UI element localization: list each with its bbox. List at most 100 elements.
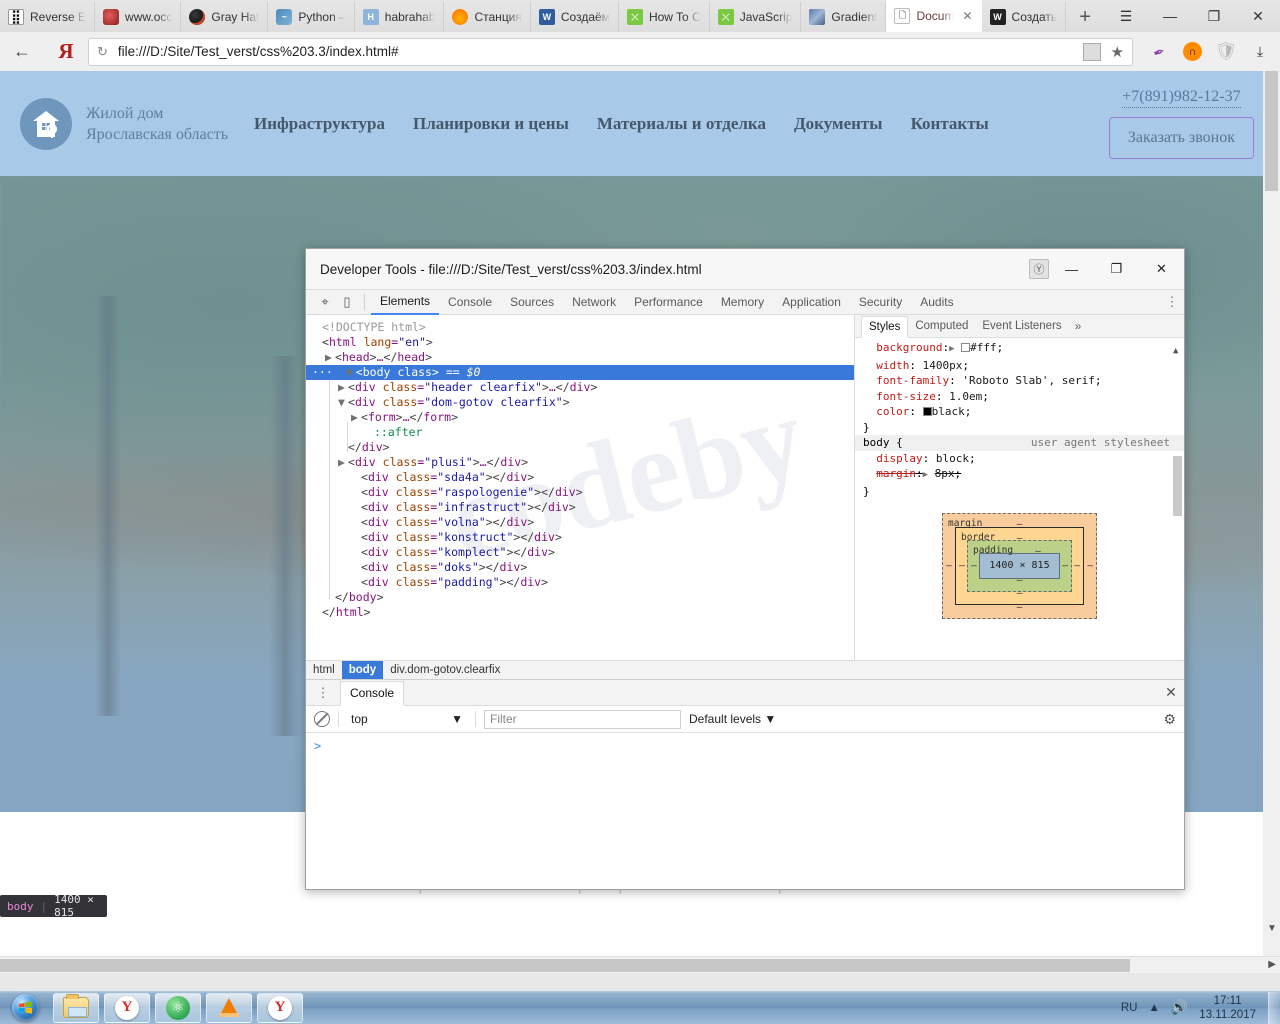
browser-tab-5[interactable]: Станция xyxy=(444,2,530,32)
dom-node-12[interactable]: <div class="infrastruct"></div> xyxy=(312,500,854,515)
css-rule-line-9[interactable]: } xyxy=(855,484,1184,500)
css-selector[interactable]: body { xyxy=(863,436,903,449)
dom-node-toggle[interactable]: ▶ xyxy=(338,380,348,395)
dom-node-6[interactable]: ▶<form>…</form> xyxy=(312,410,854,425)
styles-scroll-up-icon[interactable]: ▲ xyxy=(1173,344,1182,360)
site-nav-item-1[interactable]: Планировки и цены xyxy=(413,114,569,134)
browser-close-button[interactable]: ✕ xyxy=(1236,0,1280,32)
browser-tab-11[interactable]: WСоздать xyxy=(982,2,1067,32)
console-drawer-kebab[interactable]: ⋮ xyxy=(312,685,334,701)
console-context-selector[interactable]: top ▼ xyxy=(347,710,467,729)
devtools-close-button[interactable]: ✕ xyxy=(1139,249,1184,289)
taskbar-item-yandex-2[interactable]: Y xyxy=(257,993,303,1023)
devtools-minimize-button[interactable]: — xyxy=(1049,249,1094,289)
order-call-button[interactable]: Заказать звонок xyxy=(1109,117,1254,159)
scroll-right-arrow-icon[interactable]: ▶ xyxy=(1268,959,1276,970)
browser-tab-3[interactable]: ~Python – xyxy=(268,2,354,32)
css-rule-line-1[interactable]: width: 1400px; xyxy=(855,358,1184,374)
box-model-padding[interactable]: padding – – – – 1400 × 815 xyxy=(967,540,1072,592)
border-right-value[interactable]: – xyxy=(1074,558,1080,574)
breadcrumb-item-2[interactable]: div.dom-gotov.clearfix xyxy=(383,661,507,680)
styles-more-tabs-icon[interactable]: » xyxy=(1069,319,1088,333)
reload-icon[interactable]: ↻ xyxy=(97,44,108,60)
padding-top-value[interactable]: – xyxy=(1035,544,1041,560)
dom-node-17[interactable]: <div class="padding"></div> xyxy=(312,575,854,590)
dom-tree-panel[interactable]: codeby <!DOCTYPE html><html lang="en">▶<… xyxy=(306,315,854,660)
css-rule-line-6[interactable]: body {user agent stylesheet xyxy=(855,435,1184,451)
dom-node-toggle[interactable]: ▼ xyxy=(338,395,348,410)
styles-scroll-thumb[interactable] xyxy=(1173,456,1182,516)
address-bar[interactable]: ↻ file:///D:/Site/Test_verst/css%203.3/i… xyxy=(88,38,1133,66)
page-vertical-scroll-thumb[interactable] xyxy=(1265,71,1278,191)
dom-node-1[interactable]: <html lang="en"> xyxy=(312,335,854,350)
page-vertical-scrollbar[interactable]: ▼ xyxy=(1263,71,1280,956)
tab-close-icon[interactable]: ✕ xyxy=(962,9,972,23)
color-swatch[interactable] xyxy=(923,407,932,416)
device-toolbar-icon[interactable]: ▯ xyxy=(336,291,358,313)
taskbar-item-explorer[interactable] xyxy=(53,993,99,1023)
margin-right-value[interactable]: – xyxy=(1087,558,1093,574)
css-value[interactable]: 8px xyxy=(935,467,955,480)
css-rule-line-0[interactable]: background:▶ #fff; xyxy=(855,340,1184,358)
dom-node-9[interactable]: ▶<div class="plusi">…</div> xyxy=(312,455,854,470)
opera-turbo-icon[interactable]: ∩ xyxy=(1183,42,1202,61)
css-rule-line-7[interactable]: display: block; xyxy=(855,451,1184,467)
dom-node-13[interactable]: <div class="volna"></div> xyxy=(312,515,854,530)
css-value[interactable]: block xyxy=(936,452,969,465)
breadcrumb-item-1[interactable]: body xyxy=(342,661,383,680)
language-indicator[interactable]: RU xyxy=(1121,1002,1138,1014)
browser-tab-8[interactable]: ⤬JavaScrip xyxy=(710,2,802,32)
bookmark-star-icon[interactable]: ★ xyxy=(1111,43,1124,61)
dom-node-8[interactable]: </div> xyxy=(312,440,854,455)
pen-icon[interactable]: ✒ xyxy=(1146,39,1172,65)
adguard-shield-icon[interactable]: 🛡 xyxy=(1216,42,1236,62)
devtools-tab-audits[interactable]: Audits xyxy=(911,290,962,315)
padding-left-value[interactable]: – xyxy=(971,558,977,574)
css-property[interactable]: font-size xyxy=(876,390,936,403)
css-property[interactable]: width xyxy=(876,359,909,372)
show-desktop-button[interactable] xyxy=(1268,992,1280,1024)
page-horizontal-scrollbar[interactable]: ▶ xyxy=(0,956,1280,973)
dom-node-11[interactable]: <div class="raspologenie"></div> xyxy=(312,485,854,500)
site-nav-item-3[interactable]: Документы xyxy=(794,114,883,134)
start-button[interactable] xyxy=(2,993,48,1023)
inspect-element-icon[interactable]: ⌖ xyxy=(314,291,336,313)
css-value[interactable]: 1.0em xyxy=(949,390,982,403)
devtools-tab-memory[interactable]: Memory xyxy=(712,290,773,315)
back-button[interactable]: ← xyxy=(0,33,44,71)
dom-node-4[interactable]: ▶<div class="header clearfix">…</div> xyxy=(312,380,854,395)
dom-node-toggle[interactable]: ▼ xyxy=(346,365,356,380)
site-nav-item-2[interactable]: Материалы и отделка xyxy=(597,114,766,134)
taskbar-item-yandex-1[interactable]: Y xyxy=(104,993,150,1023)
browser-tab-1[interactable]: www.occ xyxy=(95,2,181,32)
dom-node-10[interactable]: <div class="sda4a"></div> xyxy=(312,470,854,485)
dom-node-toggle[interactable]: ▶ xyxy=(338,455,348,470)
dom-node-7[interactable]: ::after xyxy=(312,425,854,440)
color-swatch[interactable] xyxy=(961,343,970,352)
dom-node-5[interactable]: ▼<div class="dom-gotov clearfix"> xyxy=(312,395,854,410)
css-rule-line-2[interactable]: font-family: 'Roboto Slab', serif; xyxy=(855,373,1184,389)
console-drawer-close-button[interactable]: ✕ xyxy=(1158,684,1184,701)
dom-node-3[interactable]: ···▼<body class> == $0 xyxy=(306,365,854,380)
download-icon[interactable]: ⤓ xyxy=(1250,42,1270,62)
devtools-tab-performance[interactable]: Performance xyxy=(625,290,712,315)
dom-node-19[interactable]: </html> xyxy=(312,605,854,620)
phone-number-link[interactable]: +7(891)982-12-37 xyxy=(1122,88,1240,108)
css-value[interactable]: black xyxy=(932,405,965,418)
browser-restore-button[interactable]: ❐ xyxy=(1192,0,1236,32)
tab-console[interactable]: Console xyxy=(340,681,404,706)
dom-node-14[interactable]: <div class="konstruct"></div> xyxy=(312,530,854,545)
box-model-border[interactable]: border – – – – padding – – – xyxy=(955,527,1084,605)
devtools-tab-security[interactable]: Security xyxy=(850,290,911,315)
devtools-tab-application[interactable]: Application xyxy=(773,290,850,315)
dom-node-2[interactable]: ▶<head>…</head> xyxy=(312,350,854,365)
console-settings-gear-icon[interactable]: ⚙ xyxy=(1163,711,1176,728)
css-value[interactable]: 1400px xyxy=(923,359,963,372)
expand-shorthand-icon[interactable]: ▶ xyxy=(949,344,954,354)
page-horizontal-scroll-thumb[interactable] xyxy=(0,959,1130,972)
browser-tab-2[interactable]: Gray Hat xyxy=(181,2,268,32)
breadcrumb-item-0[interactable]: html xyxy=(306,661,342,680)
taskbar-item-vlc[interactable] xyxy=(206,993,252,1023)
browser-tab-6[interactable]: WСоздаём xyxy=(531,2,619,32)
css-value[interactable]: #fff xyxy=(970,341,997,354)
